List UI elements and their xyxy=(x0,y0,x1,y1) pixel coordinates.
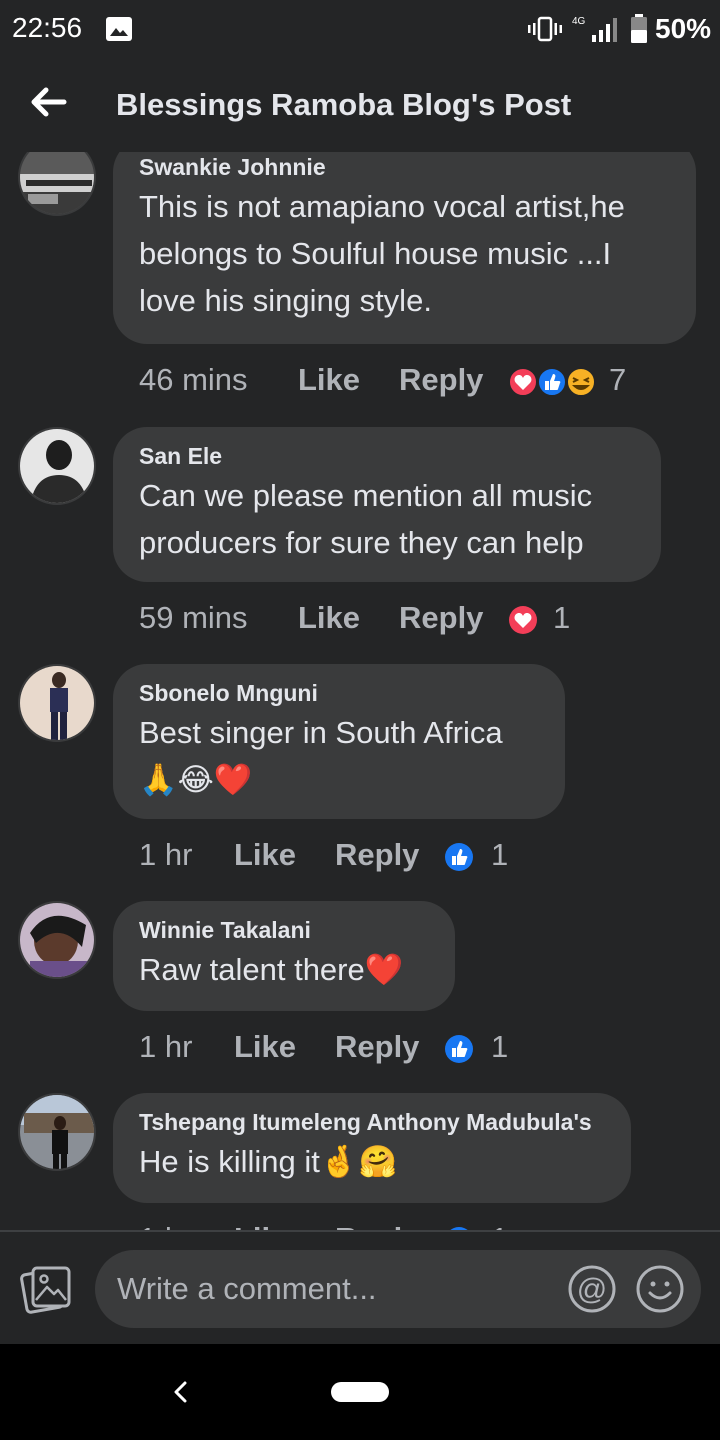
comment-text-line: Can we please mention all music xyxy=(139,478,593,513)
comment-bubble[interactable]: Swankie Johnnie This is not amapiano voc… xyxy=(113,152,696,344)
comment-author[interactable]: Swankie Johnnie xyxy=(139,152,670,182)
avatar[interactable] xyxy=(18,152,96,216)
reply-button[interactable]: Reply xyxy=(399,598,483,638)
like-button[interactable]: Like xyxy=(298,360,360,400)
back-arrow-icon[interactable] xyxy=(28,82,68,122)
comment-author[interactable]: Winnie Takalani xyxy=(139,915,429,945)
comment-text-line: This is not amapiano vocal artist,he xyxy=(139,189,625,224)
gallery-icon xyxy=(106,17,132,41)
avatar[interactable] xyxy=(18,1093,96,1171)
comment-meta: 59 mins Like Reply 1 xyxy=(139,598,699,638)
nav-back-icon[interactable] xyxy=(168,1378,192,1406)
mention-icon[interactable]: @ xyxy=(567,1264,617,1314)
comment-time: 46 mins xyxy=(139,362,248,397)
comment-text-line: Best singer in South Africa xyxy=(139,715,503,750)
emoji-icon[interactable] xyxy=(635,1264,685,1314)
like-reaction-icon[interactable] xyxy=(443,841,475,873)
reaction-count: 1 xyxy=(491,1029,509,1064)
status-time: 22:56 xyxy=(12,12,83,43)
comment-meta: 1 hr Like Reply 1 xyxy=(139,1219,699,1230)
comment-author[interactable]: Tshepang Itumeleng Anthony Madubula's xyxy=(139,1107,605,1137)
comment-time: 1 hr xyxy=(139,1029,193,1064)
comment-text-line: He is killing it🤞🤗 xyxy=(139,1144,398,1179)
photo-icon[interactable] xyxy=(20,1262,74,1316)
comment-meta: 1 hr Like Reply 1 xyxy=(139,835,699,875)
reply-button[interactable]: Reply xyxy=(335,1027,419,1067)
reply-button[interactable]: Reply xyxy=(335,1219,419,1230)
like-reaction-icon xyxy=(537,367,567,397)
like-button[interactable]: Like xyxy=(234,835,296,875)
comment-bubble[interactable]: Winnie Takalani Raw talent there❤️ xyxy=(113,901,455,1011)
vibrate-icon xyxy=(528,16,562,42)
comments-list[interactable]: Swankie Johnnie This is not amapiano voc… xyxy=(0,152,720,1230)
avatar-photo xyxy=(20,1095,94,1169)
avatar-photo xyxy=(20,666,94,740)
comment-bubble[interactable]: Tshepang Itumeleng Anthony Madubula's He… xyxy=(113,1093,631,1203)
like-button[interactable]: Like xyxy=(234,1027,296,1067)
status-bar: 22:56 4G 50% xyxy=(0,0,720,60)
signal-icon: 4G xyxy=(572,16,617,42)
comment-author[interactable]: Sbonelo Mnguni xyxy=(139,678,539,708)
comment-bubble[interactable]: San Ele Can we please mention all music … xyxy=(113,427,661,582)
comment-composer: @ xyxy=(0,1232,720,1344)
reaction-count: 7 xyxy=(609,362,627,397)
comment-text-line: love his singing style. xyxy=(139,283,432,318)
comment-author[interactable]: San Ele xyxy=(139,441,635,471)
comment-time: 1 hr xyxy=(139,1219,192,1230)
haha-reaction-icon xyxy=(566,367,596,397)
comment-input[interactable] xyxy=(117,1250,557,1328)
comment-text-line: 🙏😂❤️ xyxy=(139,762,253,797)
network-type: 4G xyxy=(572,16,586,27)
comment-text-line: Raw talent there❤️ xyxy=(139,952,404,987)
reaction-count: 1 xyxy=(491,837,509,872)
battery-percent: 50% xyxy=(655,13,712,44)
comment-time: 1 hr xyxy=(139,837,193,872)
comment-meta: 46 mins Like Reply 7 xyxy=(139,360,699,400)
like-reaction-icon[interactable] xyxy=(443,1033,475,1065)
avatar-photo xyxy=(20,152,94,214)
avatar-photo xyxy=(20,903,94,977)
avatar[interactable] xyxy=(18,664,96,742)
love-reaction-icon xyxy=(508,367,538,397)
screen: 22:56 4G 50% Blessings Ramoba Blog's Pos… xyxy=(0,0,720,1440)
svg-text:@: @ xyxy=(577,1273,607,1306)
reaction-count: 1 xyxy=(491,1219,508,1230)
comment-input-box[interactable]: @ xyxy=(95,1250,701,1328)
like-button[interactable]: Like xyxy=(234,1219,296,1230)
comment-text-line: belongs to Soulful house music ...I xyxy=(139,236,612,271)
love-reaction-icon[interactable] xyxy=(507,604,539,636)
battery-icon xyxy=(631,14,647,43)
system-nav-bar xyxy=(0,1344,720,1440)
avatar[interactable] xyxy=(18,901,96,979)
reaction-count: 1 xyxy=(553,600,571,635)
header: Blessings Ramoba Blog's Post xyxy=(0,60,720,152)
reactions-summary[interactable] xyxy=(507,366,597,398)
page-title: Blessings Ramoba Blog's Post xyxy=(116,87,572,122)
reply-button[interactable]: Reply xyxy=(335,835,419,875)
reply-button[interactable]: Reply xyxy=(399,360,483,400)
comment-text-line: producers for sure they can help xyxy=(139,525,584,560)
like-button[interactable]: Like xyxy=(298,598,360,638)
nav-home-pill[interactable] xyxy=(331,1382,389,1402)
comment-meta: 1 hr Like Reply 1 xyxy=(139,1027,699,1067)
comment-time: 59 mins xyxy=(139,600,248,635)
comment-bubble[interactable]: Sbonelo Mnguni Best singer in South Afri… xyxy=(113,664,565,819)
avatar[interactable] xyxy=(18,427,96,505)
avatar-photo xyxy=(20,429,94,503)
